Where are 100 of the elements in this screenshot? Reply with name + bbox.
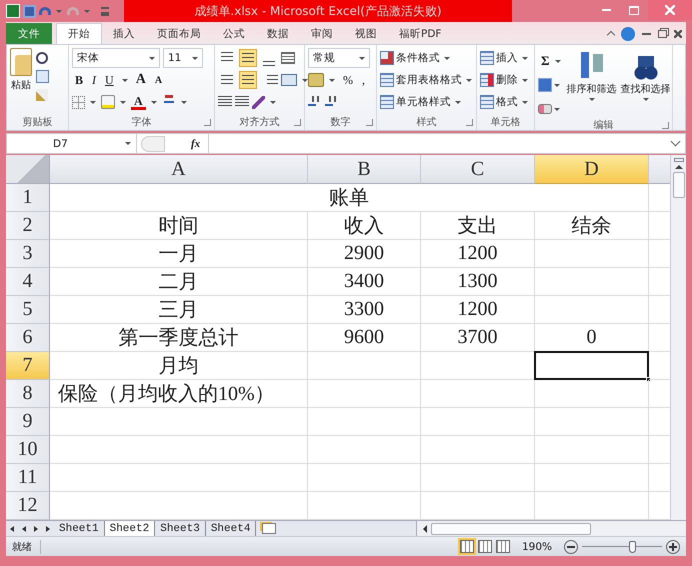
- scroll-thumb[interactable]: [672, 172, 684, 198]
- increase-indent-icon[interactable]: [235, 96, 249, 108]
- ribbon-button[interactable]: 排序和筛选: [566, 48, 616, 101]
- table-cell[interactable]: 9600: [308, 324, 421, 352]
- help-icon[interactable]: [621, 26, 635, 40]
- dialog-launcher-icon[interactable]: [366, 118, 373, 126]
- zoom-out-icon[interactable]: [564, 540, 578, 554]
- caret-icon[interactable]: [329, 78, 335, 82]
- grow-font-button[interactable]: A: [132, 72, 149, 88]
- minimize-icon[interactable]: [642, 32, 651, 34]
- close-icon[interactable]: [665, 5, 675, 15]
- select-all-icon[interactable]: [6, 155, 50, 184]
- menu-button[interactable]: 插入: [480, 48, 531, 68]
- align-lines-icon[interactable]: [239, 71, 257, 89]
- caret-icon[interactable]: [192, 56, 198, 60]
- caret-icon[interactable]: [90, 100, 96, 104]
- zoom-level[interactable]: 190%: [514, 540, 560, 552]
- table-cell[interactable]: 三月: [50, 296, 308, 324]
- font-name-field[interactable]: 宋体: [72, 48, 160, 68]
- table-cell[interactable]: 保险（月均收入的10%）: [50, 380, 308, 408]
- ribbon-tab[interactable]: 视图: [344, 23, 388, 44]
- menu-button[interactable]: 删除: [480, 70, 531, 90]
- scissors-icon[interactable]: [36, 52, 48, 64]
- column-header[interactable]: B: [308, 155, 421, 184]
- ribbon-button[interactable]: 查找和选择: [620, 48, 670, 101]
- caret-icon[interactable]: [180, 100, 187, 104]
- shrink-font-button[interactable]: A: [152, 74, 166, 86]
- undo-icon[interactable]: [39, 7, 51, 15]
- table-cell[interactable]: 结余: [535, 212, 649, 240]
- percent-button[interactable]: %: [340, 72, 356, 88]
- navigation-arrow-icon[interactable]: [10, 526, 14, 532]
- table-cell[interactable]: 第一季度总计: [50, 324, 308, 352]
- scroll-thumb[interactable]: [431, 522, 591, 534]
- caret-icon[interactable]: [444, 56, 450, 60]
- table-cell[interactable]: 月均: [50, 352, 308, 380]
- page-break-icon[interactable]: [496, 540, 510, 553]
- navigation-arrow-icon[interactable]: [46, 526, 50, 532]
- row-header[interactable]: 8: [6, 380, 50, 408]
- ribbon-tab[interactable]: 开始: [56, 23, 102, 44]
- caret-icon[interactable]: [642, 98, 648, 101]
- row-header[interactable]: 3: [6, 240, 50, 268]
- menu-button[interactable]: 格式: [480, 92, 531, 112]
- merge-cells-icon[interactable]: [281, 74, 297, 86]
- table-cell[interactable]: 二月: [50, 268, 308, 296]
- customize-icon[interactable]: [101, 6, 109, 16]
- align-lines-icon[interactable]: [239, 49, 257, 67]
- ribbon-tab[interactable]: 公式: [212, 23, 256, 44]
- comma-button[interactable]: ,: [359, 72, 368, 88]
- minimize-icon[interactable]: [602, 9, 610, 11]
- save-icon[interactable]: [23, 4, 36, 18]
- row-header[interactable]: 10: [6, 436, 50, 464]
- caret-icon[interactable]: [455, 100, 461, 104]
- decrease-indent-icon[interactable]: [218, 96, 232, 108]
- dialog-launcher-icon[interactable]: [662, 122, 669, 128]
- font-size-field[interactable]: 11: [163, 48, 203, 68]
- vertical-scrollbar[interactable]: [670, 155, 686, 520]
- table-cell[interactable]: 1200: [421, 296, 535, 324]
- format-button[interactable]: I: [89, 72, 100, 88]
- caret-icon[interactable]: [122, 78, 128, 82]
- row-header[interactable]: 12: [6, 492, 50, 520]
- font-color-button[interactable]: A: [131, 94, 146, 110]
- caret-icon[interactable]: [150, 100, 157, 104]
- format-button[interactable]: U: [102, 72, 117, 88]
- table-cell[interactable]: 时间: [50, 212, 308, 240]
- wrap-text-icon[interactable]: [281, 52, 295, 64]
- eraser-icon[interactable]: [538, 104, 552, 114]
- row-header[interactable]: 11: [6, 464, 50, 492]
- menu-button[interactable]: 条件格式: [380, 48, 473, 68]
- caret-icon[interactable]: [554, 60, 560, 62]
- paint-bucket-icon[interactable]: [101, 95, 115, 109]
- row-header[interactable]: 9: [6, 408, 50, 436]
- caret-icon[interactable]: [588, 98, 594, 101]
- ribbon-tab[interactable]: 页面布局: [146, 23, 212, 44]
- split-handle-icon[interactable]: [674, 158, 684, 162]
- row-header[interactable]: 5: [6, 296, 50, 324]
- table-cell[interactable]: 1200: [421, 240, 535, 268]
- caret-icon[interactable]: [554, 108, 560, 110]
- table-cell[interactable]: 1300: [421, 268, 535, 296]
- row-header[interactable]: 1: [6, 184, 50, 212]
- ribbon-tab[interactable]: 插入: [102, 23, 146, 44]
- caret-icon[interactable]: [522, 78, 528, 82]
- dialog-launcher-icon[interactable]: [294, 118, 301, 126]
- zoom-in-icon[interactable]: [666, 540, 680, 554]
- caret-icon[interactable]: [522, 100, 528, 104]
- table-cell[interactable]: 收入: [308, 212, 421, 240]
- normal-view-icon[interactable]: [460, 540, 474, 553]
- row-header[interactable]: 6: [6, 324, 50, 352]
- table-cell[interactable]: 3700: [421, 324, 535, 352]
- column-header[interactable]: D: [535, 155, 649, 184]
- caret-icon[interactable]: [270, 100, 276, 104]
- table-cell[interactable]: 3300: [308, 296, 421, 324]
- table-cell[interactable]: 2900: [308, 240, 421, 268]
- sheet-tab[interactable]: Sheet2: [104, 520, 156, 536]
- paste-button[interactable]: 粘贴: [10, 48, 32, 92]
- caret-icon[interactable]: [359, 56, 365, 60]
- format-button[interactable]: B: [72, 72, 86, 88]
- navigation-arrow-icon[interactable]: [34, 526, 38, 532]
- table-cell[interactable]: 支出: [421, 212, 535, 240]
- paintbrush-icon[interactable]: [36, 89, 48, 101]
- column-header[interactable]: C: [421, 155, 535, 184]
